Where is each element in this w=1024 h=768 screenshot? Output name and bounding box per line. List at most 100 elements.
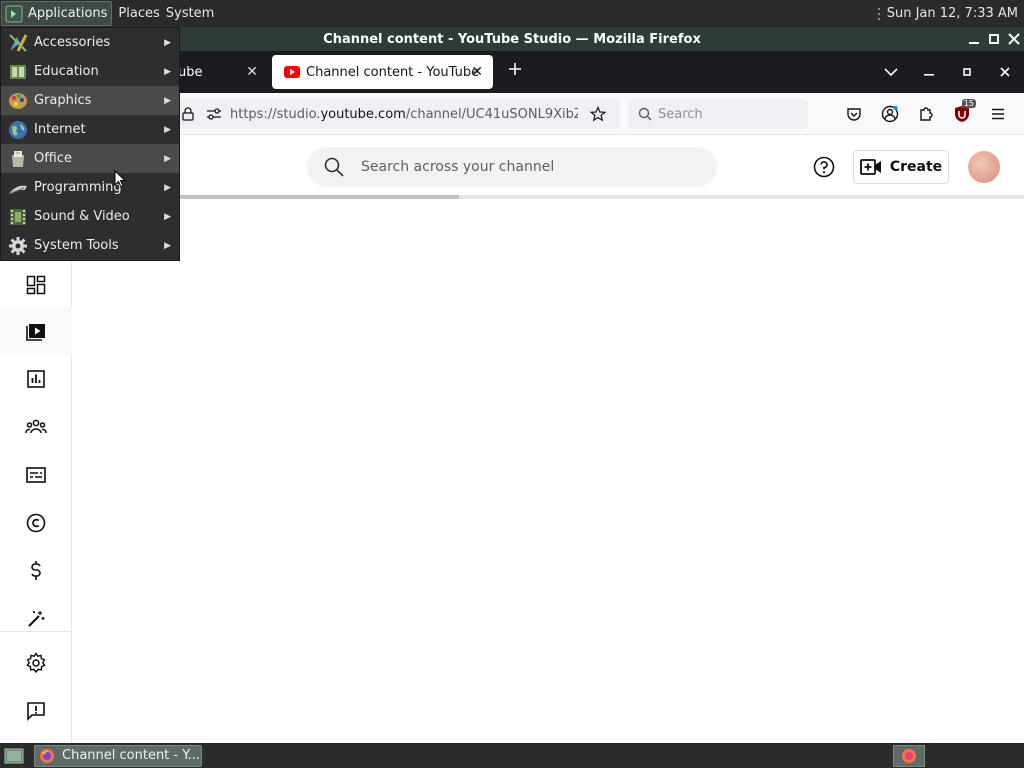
menu-item-system-tools[interactable]: System Tools ▶ — [1, 231, 179, 260]
submenu-arrow-icon: ▶ — [164, 124, 171, 135]
accessories-icon — [7, 32, 29, 54]
submenu-arrow-icon: ▶ — [164, 240, 171, 251]
search-icon — [638, 107, 652, 121]
submenu-arrow-icon: ▶ — [164, 37, 171, 48]
workspace-switcher[interactable] — [893, 745, 925, 767]
places-menu[interactable]: Places — [112, 6, 165, 21]
create-label: Create — [889, 159, 943, 175]
plus-icon — [509, 63, 521, 75]
help-icon — [813, 156, 835, 178]
sidebar-item-analytics[interactable] — [0, 355, 72, 403]
menu-label: Office — [34, 151, 72, 166]
mouse-cursor-icon — [114, 170, 126, 188]
firefox-icon — [40, 748, 54, 763]
sidebar-item-settings[interactable] — [0, 639, 72, 687]
firefox-icon — [902, 749, 916, 763]
programming-icon — [7, 177, 29, 199]
ublock-extension-button[interactable]: 15 — [944, 98, 980, 130]
url-text[interactable]: https://studio.youtube.com/channel/UC41u… — [230, 107, 578, 122]
dashboard-icon — [26, 275, 46, 295]
content-icon — [26, 324, 45, 341]
bookmark-star-icon[interactable] — [590, 106, 606, 122]
sidebar-item-earn[interactable] — [0, 547, 72, 595]
lock-icon — [182, 107, 194, 121]
clock[interactable]: Sun Jan 12, 7:33 AM — [887, 6, 1018, 21]
channel-search-box[interactable]: Search across your channel — [307, 147, 717, 187]
restore-button[interactable] — [948, 67, 986, 77]
sidebar-item-feedback[interactable] — [0, 687, 72, 735]
subtitles-icon — [26, 467, 46, 483]
extension-badge: 15 — [961, 99, 976, 108]
menu-item-accessories[interactable]: Accessories ▶ — [1, 28, 179, 57]
new-tab-button[interactable] — [505, 59, 525, 79]
sidebar-item-copyright[interactable] — [0, 499, 72, 547]
create-button[interactable]: Create — [853, 150, 949, 184]
submenu-arrow-icon: ▶ — [164, 211, 171, 222]
office-icon — [7, 148, 29, 170]
avatar[interactable] — [968, 151, 1000, 183]
tab-label: ube — [178, 64, 203, 80]
maximize-window-button[interactable] — [986, 31, 1002, 47]
top-panel: Applications Places System Sun Jan 12, 7… — [0, 0, 1024, 27]
search-icon — [324, 157, 344, 177]
gear-icon — [26, 652, 46, 674]
analytics-icon — [27, 370, 45, 388]
film-icon — [7, 206, 29, 228]
tab-channel-content[interactable]: Channel content - YouTube ✕ — [272, 55, 493, 89]
close-window-button[interactable] — [1006, 31, 1022, 47]
list-all-tabs-button[interactable] — [872, 68, 910, 76]
bottom-panel: Channel content - Y... — [0, 743, 1024, 768]
url-bar[interactable]: https://studio.youtube.com/channel/UC41u… — [172, 99, 620, 129]
account-button[interactable] — [872, 98, 908, 130]
help-button[interactable] — [812, 155, 836, 183]
terminal-icon — [5, 5, 23, 22]
menu-item-internet[interactable]: Internet ▶ — [1, 115, 179, 144]
menu-item-education[interactable]: Education ▶ — [1, 57, 179, 86]
page-loading-progress — [180, 195, 1024, 199]
sidebar-item-content[interactable] — [0, 307, 72, 355]
menu-label: Programming — [34, 180, 122, 195]
pocket-button[interactable] — [836, 98, 872, 130]
sidebar-item-dashboard[interactable] — [0, 261, 72, 309]
sidebar-item-subtitles[interactable] — [0, 451, 72, 499]
tab-close-icon[interactable]: ✕ — [246, 64, 258, 80]
sidebar-item-customization[interactable] — [0, 595, 72, 643]
system-menu[interactable]: System — [166, 6, 220, 21]
minimize-window-button[interactable] — [966, 31, 982, 47]
menu-item-office[interactable]: Office ▶ — [1, 144, 179, 173]
progress-fill — [180, 195, 459, 199]
gear-icon — [7, 235, 29, 257]
menu-label: Graphics — [34, 93, 92, 108]
close-button[interactable] — [986, 67, 1024, 77]
submenu-arrow-icon: ▶ — [164, 66, 171, 77]
menu-label: System Tools — [34, 238, 119, 253]
menu-label: Education — [34, 64, 99, 79]
applications-menu-button[interactable]: Applications — [1, 1, 113, 26]
minimize-icon — [924, 74, 934, 76]
menu-label: Accessories — [34, 35, 111, 50]
window-title: Channel content - YouTube Studio — Mozil… — [323, 31, 701, 47]
account-icon — [881, 105, 899, 123]
graphics-icon — [7, 90, 29, 112]
magic-wand-icon — [28, 611, 45, 627]
permissions-icon[interactable] — [206, 108, 222, 120]
community-icon — [25, 419, 47, 434]
menu-item-graphics[interactable]: Graphics ▶ — [1, 86, 179, 115]
desktop-icon — [4, 748, 24, 763]
sidebar-item-community[interactable] — [0, 403, 72, 451]
close-icon — [1000, 67, 1010, 77]
menu-item-sound-video[interactable]: Sound & Video ▶ — [1, 202, 179, 231]
panel-handle-icon — [877, 7, 880, 20]
hamburger-menu-icon — [992, 108, 1004, 120]
show-desktop-button[interactable] — [2, 746, 26, 766]
web-search-bar[interactable]: Search — [628, 99, 808, 129]
dollar-icon — [31, 561, 41, 580]
menu-item-programming[interactable]: Programming ▶ — [1, 173, 179, 202]
studio-sidebar — [0, 261, 72, 743]
submenu-arrow-icon: ▶ — [164, 95, 171, 106]
extensions-button[interactable] — [908, 98, 944, 130]
minimize-button[interactable] — [910, 67, 948, 77]
app-menu-button[interactable] — [980, 98, 1016, 130]
tab-close-icon[interactable]: ✕ — [471, 64, 483, 80]
taskbar-firefox-window[interactable]: Channel content - Y... — [34, 744, 202, 767]
